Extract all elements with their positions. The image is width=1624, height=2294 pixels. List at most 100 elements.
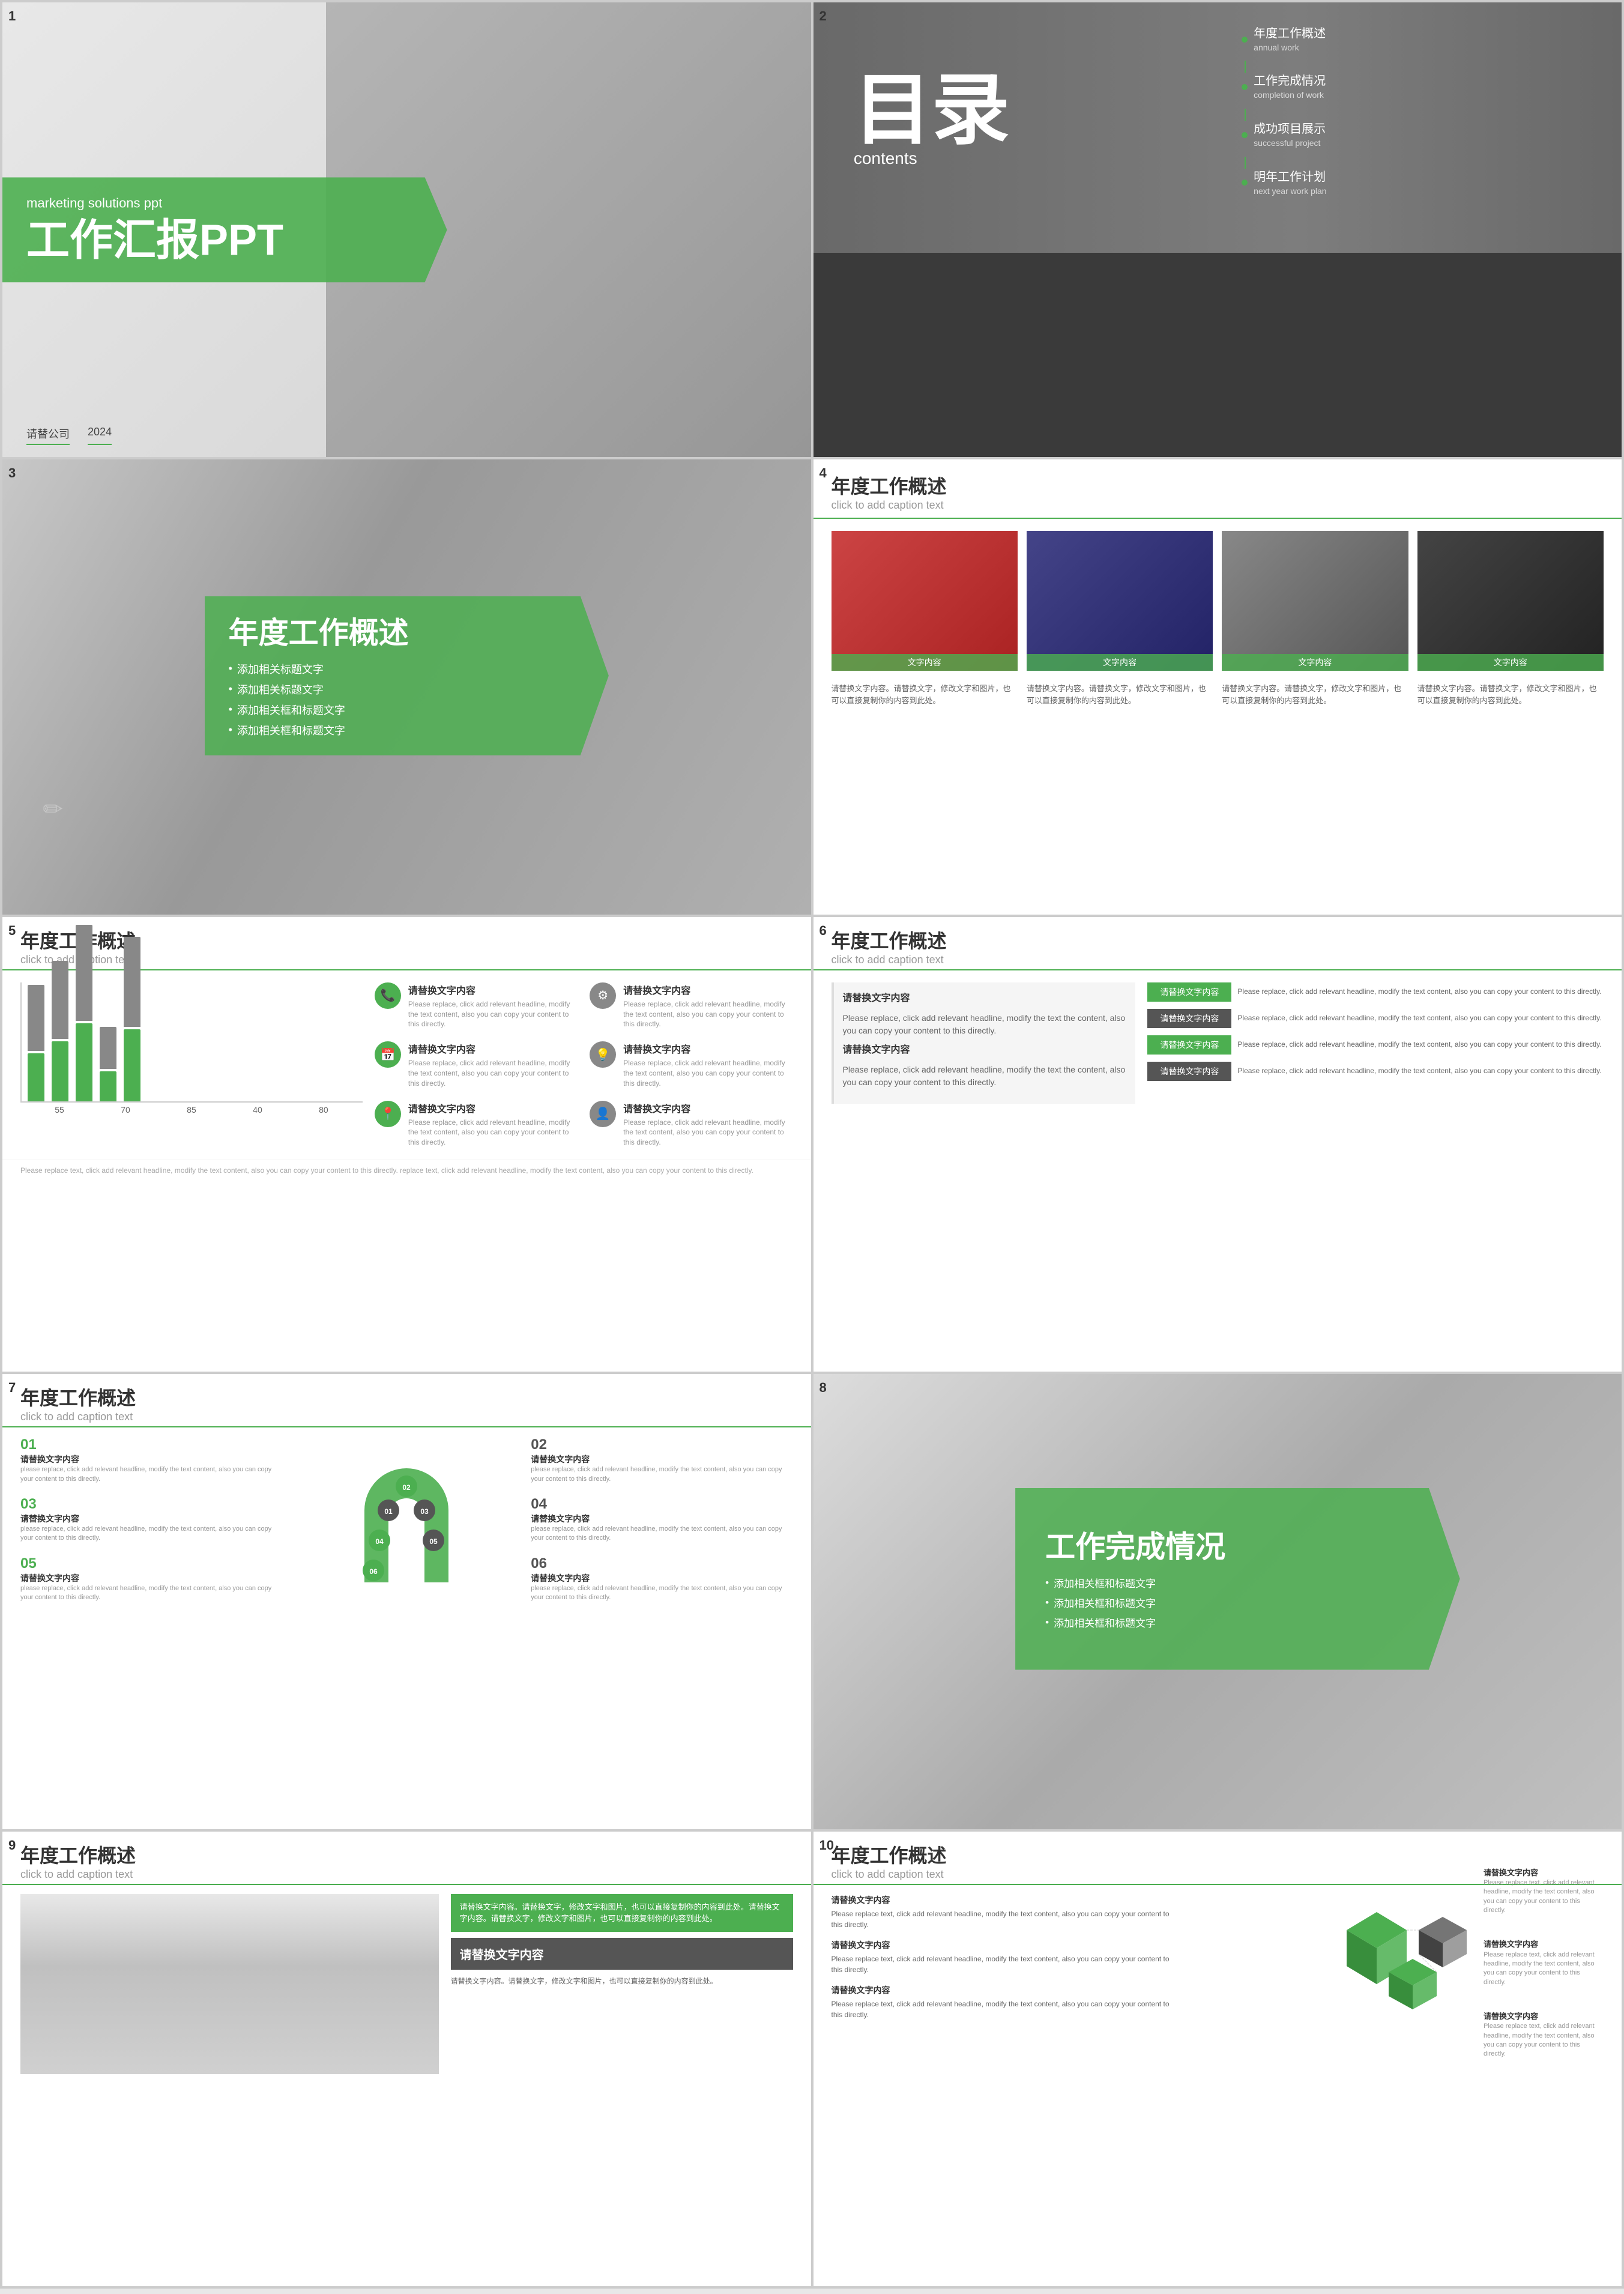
svg-text:02: 02 bbox=[403, 1483, 411, 1492]
slide6-tag-1: 请替换文字内容 bbox=[1147, 982, 1231, 1002]
svg-text:06: 06 bbox=[370, 1567, 378, 1576]
slide9-title: 年度工作概述 bbox=[20, 1841, 793, 1868]
slide4-img-4: 文字内容 bbox=[1417, 531, 1604, 671]
slide4-photos: 文字内容 文字内容 文字内容 文字内容 bbox=[814, 519, 1622, 683]
slide-4: 年度工作概述 click to add caption text 文字内容 文字… bbox=[814, 459, 1622, 914]
slide4-text-4: 请替换文字内容。请替换文字，修改文字和图片，也可以直接复制你的内容到此处。 bbox=[1417, 683, 1604, 706]
chart-label-3: 85 bbox=[187, 1105, 196, 1115]
bar-5 bbox=[124, 937, 140, 1101]
chart-label-1: 55 bbox=[55, 1105, 64, 1115]
slide2-text-3: 成功项目展示 successful project bbox=[1254, 121, 1326, 150]
slide7-center: 01 02 03 04 05 06 bbox=[294, 1450, 519, 1600]
slide6-caption: click to add caption text bbox=[832, 954, 1604, 966]
slide7-item-left-2: 03 请替换文字内容 please replace, click add rel… bbox=[20, 1496, 282, 1543]
slide-number-2: 2 bbox=[820, 8, 827, 24]
chart-labels: 55 70 85 40 80 bbox=[20, 1103, 363, 1117]
slide5-footer: Please replace text, click add relevant … bbox=[2, 1160, 811, 1184]
slide7-desc-5: please replace, click add relevant headl… bbox=[20, 1584, 282, 1603]
chart-label-5: 80 bbox=[319, 1105, 328, 1115]
slide4-photo-4: 文字内容 bbox=[1417, 531, 1604, 671]
slide6-content: 请替换文字内容 Please replace, click add releva… bbox=[814, 970, 1622, 1116]
icon-item-2: ⚙ 请替换文字内容 Please replace, click add rele… bbox=[590, 982, 792, 1029]
slide4-caption: click to add caption text bbox=[832, 499, 1604, 512]
slide2-title-block: 目录 contents bbox=[854, 71, 1010, 168]
slide7-num-1: 01 bbox=[20, 1436, 282, 1453]
slide6-tag-4: 请替换文字内容 bbox=[1147, 1062, 1231, 1081]
slide6-left-text-2: Please replace, click add relevant headl… bbox=[843, 1012, 1127, 1037]
slide3-bullet-3: 添加相关框和标题文字 bbox=[229, 702, 585, 718]
slide6-row-1: 请替换文字内容 Please replace, click add releva… bbox=[1147, 982, 1604, 1002]
slide7-header: 年度工作概述 click to add caption text bbox=[2, 1374, 811, 1427]
slide7-item-left-1: 01 请替换文字内容 please replace, click add rel… bbox=[20, 1436, 282, 1484]
horseshoe-diagram: 01 02 03 04 05 06 bbox=[346, 1450, 466, 1600]
bar-gray-5 bbox=[124, 937, 140, 1027]
slide4-photo-3: 文字内容 bbox=[1222, 531, 1408, 671]
slide2-main-title: 目录 bbox=[854, 71, 1010, 149]
slide-9: 年度工作概述 click to add caption text 请替换文字内容… bbox=[2, 1832, 811, 2286]
slide9-caption: click to add caption text bbox=[20, 1868, 793, 1881]
slide7-num-6: 06 bbox=[531, 1555, 792, 1572]
slide2-item-4: 明年工作计划 next year work plan bbox=[1242, 169, 1581, 198]
slide10-right-label-2: 请替换文字内容 Please replace text, click add r… bbox=[1484, 1939, 1604, 1987]
icon-text-3: 请替换文字内容 Please replace, click add releva… bbox=[408, 1041, 578, 1088]
slide7-content: 01 请替换文字内容 please replace, click add rel… bbox=[2, 1427, 811, 1623]
slide7-right: 02 请替换文字内容 please replace, click add rel… bbox=[531, 1436, 792, 1614]
bar-2 bbox=[52, 961, 68, 1101]
bar-gray-4 bbox=[100, 1027, 116, 1069]
slide10-item-1: 请替换文字内容 Please replace text, click add r… bbox=[832, 1894, 1174, 1930]
slide2-text-1: 年度工作概述 annual work bbox=[1254, 25, 1326, 54]
chart-bars bbox=[20, 982, 363, 1103]
icon-item-4: 💡 请替换文字内容 Please replace, click add rele… bbox=[590, 1041, 792, 1088]
bar-gray-3 bbox=[76, 925, 92, 1021]
slide2-dot-1 bbox=[1242, 37, 1248, 43]
slide8-bullet-3: 添加相关框和标题文字 bbox=[1045, 1615, 1430, 1630]
calendar-icon: 📅 bbox=[375, 1041, 401, 1068]
slide3-title: 年度工作概述 bbox=[229, 609, 585, 652]
slide2-dot-3 bbox=[1242, 132, 1248, 138]
slide-6: 年度工作概述 click to add caption text 请替换文字内容… bbox=[814, 917, 1622, 1372]
slide6-row-desc-2: Please replace, click add relevant headl… bbox=[1237, 1013, 1604, 1023]
slide4-label-1: 文字内容 bbox=[832, 654, 1018, 671]
bar-gray-1 bbox=[28, 985, 44, 1051]
bar-green-4 bbox=[100, 1071, 116, 1101]
slide-number-4: 4 bbox=[820, 465, 827, 481]
slide10-item-desc-2: Please replace text, click add relevant … bbox=[832, 1954, 1174, 1975]
slide1-title: 工作汇报PPT bbox=[26, 217, 423, 264]
slide-number-8: 8 bbox=[820, 1380, 827, 1396]
slide6-header: 年度工作概述 click to add caption text bbox=[814, 917, 1622, 970]
slide10-title: 年度工作概述 bbox=[832, 1841, 1604, 1868]
slide-10: 年度工作概述 click to add caption text 请替换文字内容… bbox=[814, 1832, 1622, 2286]
slide9-content: 请替换文字内容。请替换文字，修改文字和图片，也可以直接复制你的内容到此处。请替换… bbox=[2, 1885, 811, 2083]
svg-text:05: 05 bbox=[430, 1537, 438, 1546]
pin-icon: 📍 bbox=[375, 1101, 401, 1127]
slide-number-1: 1 bbox=[8, 8, 16, 24]
slide6-right-panel: 请替换文字内容 Please replace, click add releva… bbox=[1147, 982, 1604, 1104]
slide-1: marketing solutions ppt 工作汇报PPT 请替公司 202… bbox=[2, 2, 811, 457]
slide-5: 年度工作概述 click to add caption text bbox=[2, 917, 811, 1372]
slide-number-10: 10 bbox=[820, 1838, 834, 1853]
slide4-title: 年度工作概述 bbox=[832, 471, 1604, 499]
icon-item-6: 👤 请替换文字内容 Please replace, click add rele… bbox=[590, 1101, 792, 1148]
bar-1 bbox=[28, 985, 44, 1101]
gear-icon: ⚙ bbox=[590, 982, 616, 1009]
slide6-left-panel: 请替换文字内容 Please replace, click add releva… bbox=[832, 982, 1136, 1104]
slide9-photo-inner bbox=[20, 1894, 439, 2074]
slide6-left-text-4: Please replace, click add relevant headl… bbox=[843, 1064, 1127, 1089]
slide6-row-2: 请替换文字内容 Please replace, click add releva… bbox=[1147, 1009, 1604, 1028]
slide6-tag-3: 请替换文字内容 bbox=[1147, 1035, 1231, 1055]
slide1-subtitle: marketing solutions ppt bbox=[26, 195, 423, 211]
slide7-num-5: 05 bbox=[20, 1555, 282, 1572]
bar-gray-2 bbox=[52, 961, 68, 1039]
slide4-text-3: 请替换文字内容。请替换文字，修改文字和图片，也可以直接复制你的内容到此处。 bbox=[1222, 683, 1408, 706]
icon-item-3: 📅 请替换文字内容 Please replace, click add rele… bbox=[375, 1041, 578, 1088]
slide9-desc: 请替换文字内容。请替换文字，修改文字和图片，也可以直接复制你的内容到此处。 bbox=[451, 1976, 793, 1987]
slide6-row-desc-1: Please replace, click add relevant headl… bbox=[1237, 987, 1604, 997]
slide-number-7: 7 bbox=[8, 1380, 16, 1396]
slide2-item-3: 成功项目展示 successful project bbox=[1242, 121, 1581, 150]
slide6-row-desc-4: Please replace, click add relevant headl… bbox=[1237, 1066, 1604, 1076]
bulb-icon: 💡 bbox=[590, 1041, 616, 1068]
slide2-text-2: 工作完成情况 completion of work bbox=[1254, 73, 1326, 101]
slide8-content-overlay: 工作完成情况 添加相关框和标题文字 添加相关框和标题文字 添加相关框和标题文字 bbox=[1015, 1488, 1460, 1670]
slide-8: 工作完成情况 添加相关框和标题文字 添加相关框和标题文字 添加相关框和标题文字 … bbox=[814, 1374, 1622, 1829]
slide4-label-4: 文字内容 bbox=[1417, 654, 1604, 671]
